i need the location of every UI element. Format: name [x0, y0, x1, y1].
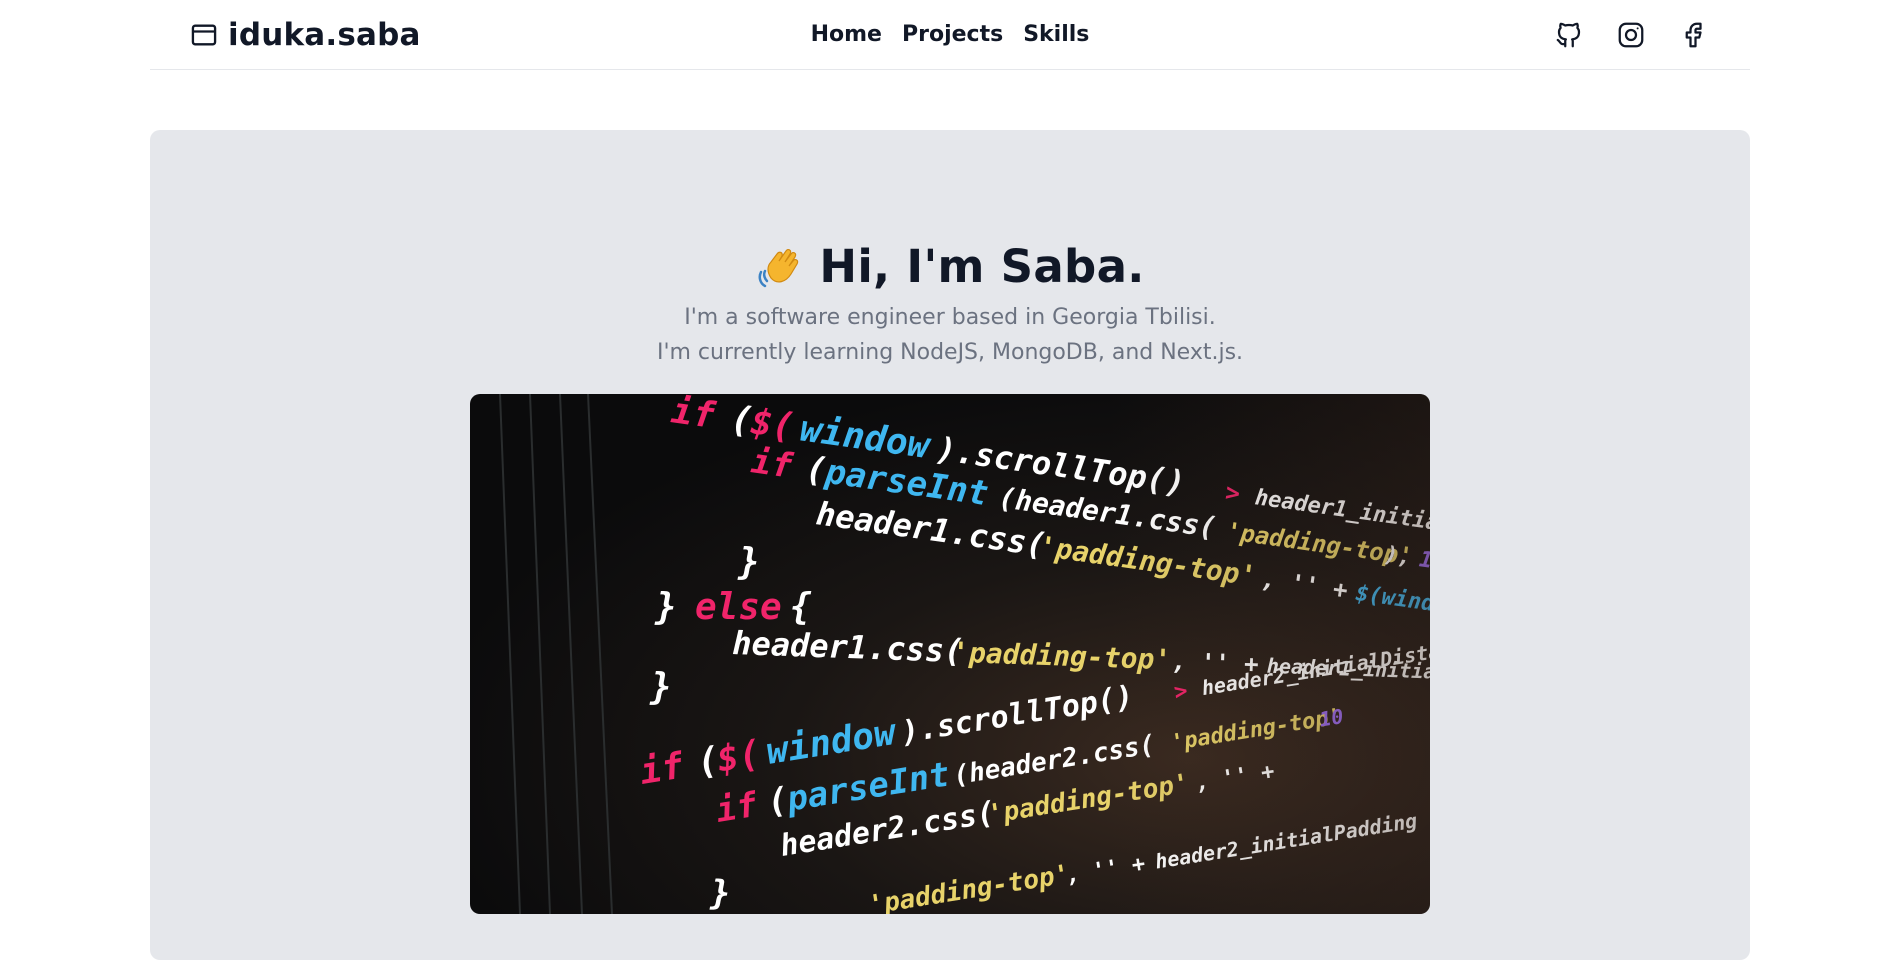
hero-subtitle-line1: I'm a software engineer based in Georgia… [684, 305, 1216, 330]
main-nav: Home Projects Skills [811, 22, 1090, 47]
site-header: iduka.saba Home Projects Skills [150, 0, 1750, 70]
hero-subtitle: I'm a software engineer based in Georgia… [657, 300, 1243, 370]
github-icon[interactable] [1554, 20, 1584, 50]
hero-subtitle-line2: I'm currently learning NodeJS, MongoDB, … [656, 340, 1244, 365]
brand-name: iduka.saba [228, 16, 421, 53]
facebook-icon[interactable] [1678, 20, 1708, 50]
svg-text:if: if [637, 745, 688, 792]
hero-title: Hi, I'm Saba. [755, 242, 1144, 292]
instagram-icon[interactable] [1616, 20, 1646, 50]
nav-projects[interactable]: Projects [902, 22, 1003, 47]
svg-text:$(: $( [714, 733, 763, 780]
svg-text:}: } [737, 542, 760, 583]
waving-hand-icon [755, 242, 805, 292]
svg-text:}: } [654, 587, 677, 628]
nav-home[interactable]: Home [811, 22, 882, 47]
svg-text:'padding-top': 'padding-top' [866, 859, 1072, 914]
nav-skills[interactable]: Skills [1023, 22, 1089, 47]
svg-text:if: if [669, 394, 719, 437]
svg-text:{: { [790, 587, 812, 628]
code-photo: if ( $( window ).scrollTop() > header1_i… [470, 394, 1430, 914]
svg-text:header1.css(: header1.css( [732, 624, 964, 670]
brand[interactable]: iduka.saba [190, 17, 421, 53]
photo-vignette [1110, 394, 1430, 914]
svg-text:if: if [713, 785, 761, 831]
hero-title-text: Hi, I'm Saba. [819, 240, 1145, 294]
social-links [1554, 20, 1708, 50]
svg-text:}: } [649, 667, 672, 708]
svg-text:}: } [709, 873, 730, 913]
browser-window-icon [190, 21, 218, 49]
svg-text:window: window [763, 712, 900, 773]
svg-text:if: if [749, 441, 797, 487]
svg-text:else: else [695, 587, 782, 628]
hero-section: Hi, I'm Saba. I'm a software engineer ba… [150, 130, 1750, 960]
